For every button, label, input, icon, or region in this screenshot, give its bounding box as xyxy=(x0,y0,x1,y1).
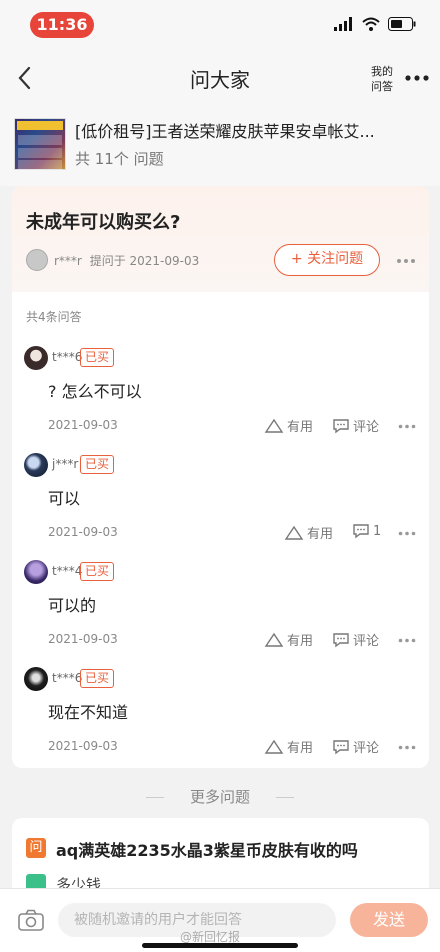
product-thumbnail xyxy=(14,118,66,170)
answer-user: t***6 xyxy=(52,671,83,685)
triangle-like-icon xyxy=(264,632,284,647)
my-qa-button[interactable]: 我的 问答 xyxy=(366,64,398,94)
bought-badge: 已买 xyxy=(80,669,115,688)
useful-label: 有用 xyxy=(287,634,314,649)
comment-icon xyxy=(333,418,349,433)
answer-text: 可以 xyxy=(48,489,81,508)
useful-button[interactable]: 有用 xyxy=(264,630,313,649)
triangle-like-icon xyxy=(264,739,284,754)
divider xyxy=(146,797,164,798)
answer-text: 现在不知道 xyxy=(48,703,129,722)
status-time: 11:36 xyxy=(30,12,94,38)
answer-item: t***6 已买 ? 怎么不可以 2021-09-03 有用 评论 xyxy=(12,346,429,452)
answer-avatar xyxy=(24,453,48,477)
answers-total: 共4条问答 xyxy=(26,310,82,324)
question-card: 未成年可以购买么? r***r 提问于 2021-09-03 + 关注问题 xyxy=(12,186,429,292)
answer-more-icon[interactable] xyxy=(398,424,416,429)
answer-text: ? 怎么不可以 xyxy=(48,382,142,401)
comment-button[interactable]: 评论 xyxy=(332,416,379,435)
answer-avatar xyxy=(24,560,48,584)
more-questions-header: 更多问题 xyxy=(0,786,440,810)
asked-date: 提问于 2021-09-03 xyxy=(89,254,200,268)
my-qa-label-line2: 问答 xyxy=(371,80,393,93)
useful-label: 有用 xyxy=(287,420,314,435)
triangle-like-icon xyxy=(264,418,284,433)
answer-item: t***6 已买 现在不知道 2021-09-03 有用 评论 xyxy=(12,667,429,773)
wifi-icon xyxy=(362,17,380,31)
asker-avatar xyxy=(26,249,48,271)
useful-button[interactable]: 有用 xyxy=(284,523,333,542)
answers-card: 共4条问答 t***6 已买 ? 怎么不可以 2021-09-03 有用 评论 … xyxy=(12,292,429,768)
asker-name: r***r xyxy=(54,254,82,268)
answer-user: t***4 xyxy=(52,564,83,578)
triangle-like-icon xyxy=(284,525,304,540)
more-question-title: aq满英雄2235水晶3紫星币皮肤有收的吗 xyxy=(56,841,358,860)
comment-label: 评论 xyxy=(353,420,380,435)
question-more-icon[interactable] xyxy=(396,258,416,264)
battery-icon xyxy=(388,17,416,31)
answer-text: 可以的 xyxy=(48,596,97,615)
product-summary[interactable]: [低价租号]王者送荣耀皮肤苹果安卓帐艾... 共 11个 问题 xyxy=(0,106,440,186)
nav-bar: 问大家 我的 问答 xyxy=(0,50,440,106)
answer-more-icon[interactable] xyxy=(398,638,416,643)
comment-button[interactable]: 评论 xyxy=(332,737,379,756)
answer-user: j***r xyxy=(52,457,79,471)
bought-badge: 已买 xyxy=(80,348,115,367)
more-menu-icon[interactable] xyxy=(404,74,430,82)
answer-avatar xyxy=(24,667,48,691)
useful-label: 有用 xyxy=(307,527,334,542)
product-name: [低价租号]王者送荣耀皮肤苹果安卓帐艾... xyxy=(75,122,375,141)
answer-date: 2021-09-03 xyxy=(48,632,118,646)
more-question-item[interactable]: 问 aq满英雄2235水晶3紫星币皮肤有收的吗 多少钱 xyxy=(12,818,429,898)
useful-button[interactable]: 有用 xyxy=(264,737,313,756)
comment-icon xyxy=(353,524,369,539)
status-bar: 11:36 xyxy=(0,0,440,50)
signal-icon xyxy=(334,17,352,31)
answer-item: t***4 已买 可以的 2021-09-03 有用 评论 xyxy=(12,560,429,666)
camera-icon[interactable] xyxy=(18,909,44,931)
bought-badge: 已买 xyxy=(80,455,115,474)
answer-item: j***r 已买 可以 2021-09-03 有用 1 xyxy=(12,453,429,559)
question-mark-icon: 问 xyxy=(26,838,46,858)
answer-date: 2021-09-03 xyxy=(48,418,118,432)
question-count: 共 11个 问题 xyxy=(75,150,164,168)
answer-avatar xyxy=(24,346,48,370)
my-qa-label-line1: 我的 xyxy=(371,65,393,78)
comment-icon xyxy=(333,632,349,647)
follow-question-button[interactable]: + 关注问题 xyxy=(274,244,380,276)
comment-label: 评论 xyxy=(353,634,380,649)
answer-date: 2021-09-03 xyxy=(48,739,118,753)
comment-count: 1 xyxy=(373,523,382,539)
comment-button[interactable]: 评论 xyxy=(332,630,379,649)
comment-label: 评论 xyxy=(353,741,380,756)
comment-button[interactable]: 1 xyxy=(352,523,381,539)
divider xyxy=(276,797,294,798)
answer-user: t***6 xyxy=(52,350,83,364)
answer-more-icon[interactable] xyxy=(398,745,416,750)
status-icons xyxy=(334,17,416,31)
useful-label: 有用 xyxy=(287,741,314,756)
question-title: 未成年可以购买么? xyxy=(26,212,181,233)
home-indicator xyxy=(142,943,298,948)
bought-badge: 已买 xyxy=(80,562,115,581)
answer-more-icon[interactable] xyxy=(398,531,416,536)
useful-button[interactable]: 有用 xyxy=(264,416,313,435)
comment-icon xyxy=(333,739,349,754)
asker-meta: r***r 提问于 2021-09-03 xyxy=(54,252,199,269)
send-button[interactable]: 发送 xyxy=(350,903,428,937)
answer-date: 2021-09-03 xyxy=(48,525,118,539)
more-questions-label: 更多问题 xyxy=(189,788,250,806)
